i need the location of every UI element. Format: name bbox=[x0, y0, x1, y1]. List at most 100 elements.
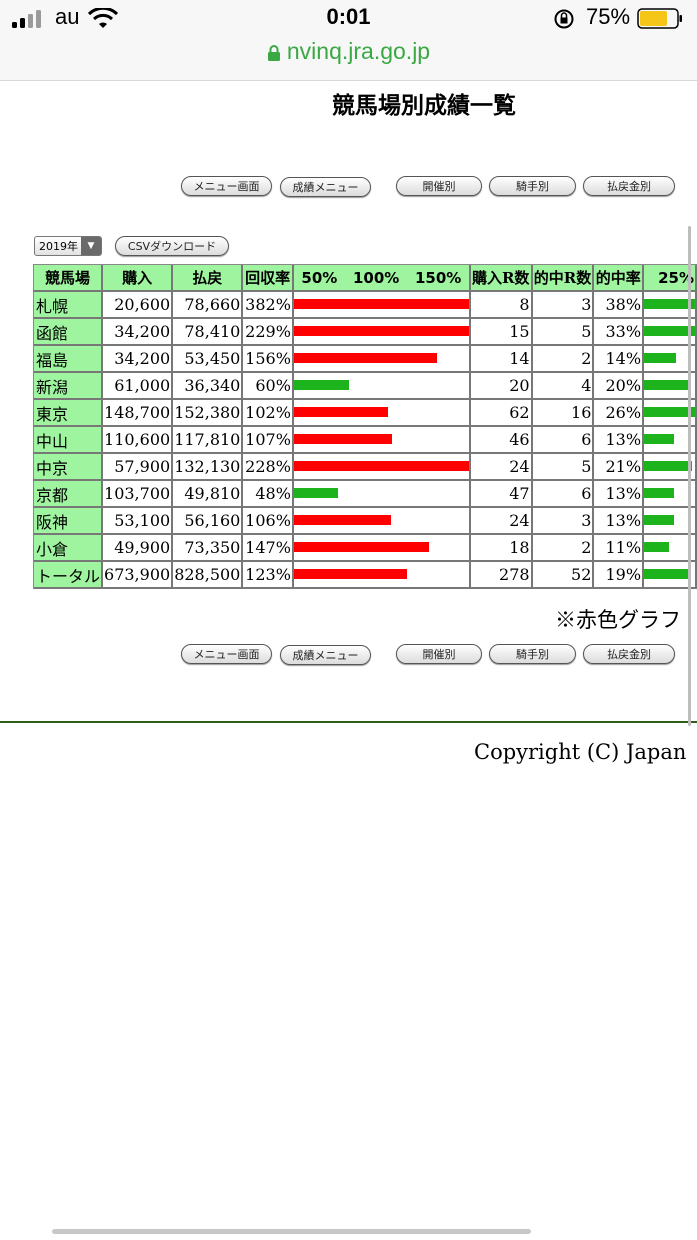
cell-recovery-bar bbox=[293, 508, 471, 535]
table-row: 新潟 61,000 36,340 60% 20 4 20% bbox=[34, 373, 697, 400]
cell-recovery-bar bbox=[293, 454, 471, 481]
battery-percent: 75% bbox=[586, 4, 631, 29]
cell-payout: 117,810 bbox=[173, 427, 244, 454]
recovery-rate-bar bbox=[293, 326, 469, 336]
cell-races-bought: 24 bbox=[470, 508, 533, 535]
cell-purchase: 20,600 bbox=[103, 292, 174, 319]
recovery-rate-bar bbox=[293, 461, 469, 471]
cell-recovery-rate: 48% bbox=[243, 481, 294, 508]
recovery-rate-bar bbox=[293, 299, 469, 309]
cell-payout: 78,410 bbox=[173, 319, 244, 346]
cell-purchase: 34,200 bbox=[103, 319, 174, 346]
dropdown-arrow-icon: ▼ bbox=[81, 237, 101, 255]
cell-races-hit: 3 bbox=[532, 292, 595, 319]
address-bar[interactable]: nvinq.jra.go.jp bbox=[0, 38, 697, 65]
url-text: nvinq.jra.go.jp bbox=[286, 38, 431, 64]
table-header-row: 競馬場 購入 払戻 回収率 50% 100% 150% 購入R数 的中R数 的中… bbox=[34, 265, 697, 292]
cell-races-hit: 52 bbox=[532, 562, 595, 589]
cell-venue: 函館 bbox=[34, 319, 104, 346]
cell-races-hit: 5 bbox=[532, 454, 595, 481]
cell-payout: 53,450 bbox=[173, 346, 244, 373]
header-venue: 競馬場 bbox=[34, 265, 104, 292]
vertical-scrollbar[interactable] bbox=[688, 226, 691, 726]
table-row: 中京 57,900 132,130 228% 24 5 21% bbox=[34, 454, 697, 481]
cell-recovery-bar bbox=[293, 400, 471, 427]
by-jockey-button[interactable]: 騎手別 bbox=[489, 176, 576, 196]
menu-screen-button-bottom[interactable]: メニュー画面 bbox=[181, 644, 272, 664]
by-jockey-button-bottom[interactable]: 騎手別 bbox=[489, 644, 576, 664]
by-meeting-button[interactable]: 開催別 bbox=[396, 176, 482, 196]
status-bar: au 0:01 75% nvinq.jra.go.jp bbox=[0, 0, 697, 80]
menu-screen-button[interactable]: メニュー画面 bbox=[181, 176, 272, 196]
year-select[interactable]: 2019年 ▼ bbox=[34, 236, 102, 256]
table-row: トータル 673,900 828,500 123% 278 52 19% bbox=[34, 562, 697, 589]
recovery-rate-bar bbox=[293, 542, 430, 552]
copyright-text: Copyright (C) Japan bbox=[474, 740, 687, 764]
table-row: 中山 110,600 117,810 107% 46 6 13% bbox=[34, 427, 697, 454]
cell-hit-rate: 13% bbox=[594, 481, 645, 508]
csv-download-button[interactable]: CSVダウンロード bbox=[115, 236, 229, 256]
cell-recovery-rate: 147% bbox=[243, 535, 294, 562]
results-table: 競馬場 購入 払戻 回収率 50% 100% 150% 購入R数 的中R数 的中… bbox=[33, 264, 697, 589]
cell-recovery-rate: 102% bbox=[243, 400, 294, 427]
home-indicator[interactable] bbox=[52, 1229, 531, 1234]
cell-venue: 札幌 bbox=[34, 292, 104, 319]
cell-venue: 福島 bbox=[34, 346, 104, 373]
cell-hit-rate: 13% bbox=[594, 427, 645, 454]
cell-recovery-bar bbox=[293, 562, 471, 589]
cell-hit-rate: 19% bbox=[594, 562, 645, 589]
table-row: 小倉 49,900 73,350 147% 18 2 11% bbox=[34, 535, 697, 562]
cell-hit-rate: 20% bbox=[594, 373, 645, 400]
cell-hit-rate: 21% bbox=[594, 454, 645, 481]
by-payout-button[interactable]: 払戻金別 bbox=[583, 176, 675, 196]
cell-races-bought: 46 bbox=[470, 427, 533, 454]
cell-payout: 132,130 bbox=[173, 454, 244, 481]
graph-color-note: ※赤色グラフ bbox=[555, 608, 681, 632]
cell-recovery-rate: 382% bbox=[243, 292, 294, 319]
cell-purchase: 49,900 bbox=[103, 535, 174, 562]
results-menu-button[interactable]: 成績メニュー bbox=[280, 177, 371, 197]
results-menu-button-bottom[interactable]: 成績メニュー bbox=[280, 645, 371, 665]
hit-rate-bar bbox=[644, 569, 688, 579]
nav-button-row-top: メニュー画面 成績メニュー 開催別 騎手別 払戻金別 bbox=[0, 176, 697, 200]
cell-purchase: 110,600 bbox=[103, 427, 174, 454]
recovery-rate-bar bbox=[293, 407, 388, 417]
cell-recovery-bar bbox=[293, 535, 471, 562]
cell-venue: 小倉 bbox=[34, 535, 104, 562]
by-payout-button-bottom[interactable]: 払戻金別 bbox=[583, 644, 675, 664]
battery-icon bbox=[637, 8, 682, 29]
cell-races-bought: 18 bbox=[470, 535, 533, 562]
cell-recovery-bar bbox=[293, 319, 471, 346]
table-row: 福島 34,200 53,450 156% 14 2 14% bbox=[34, 346, 697, 373]
cell-races-hit: 3 bbox=[532, 508, 595, 535]
recovery-rate-bar bbox=[293, 488, 339, 498]
recovery-rate-bar bbox=[293, 380, 350, 390]
cell-venue: 新潟 bbox=[34, 373, 104, 400]
table-row: 阪神 53,100 56,160 106% 24 3 13% bbox=[34, 508, 697, 535]
cell-payout: 49,810 bbox=[173, 481, 244, 508]
cell-hit-rate: 11% bbox=[594, 535, 645, 562]
cell-recovery-bar bbox=[293, 346, 471, 373]
cell-hit-rate: 13% bbox=[594, 508, 645, 535]
rotation-lock-icon bbox=[554, 9, 574, 29]
by-meeting-button-bottom[interactable]: 開催別 bbox=[396, 644, 482, 664]
toolbar-divider bbox=[0, 80, 697, 81]
cell-purchase: 34,200 bbox=[103, 346, 174, 373]
year-select-value: 2019年 bbox=[39, 240, 78, 253]
recovery-rate-bar bbox=[293, 515, 392, 525]
cell-recovery-bar bbox=[293, 373, 471, 400]
nav-button-row-bottom: メニュー画面 成績メニュー 開催別 騎手別 払戻金別 bbox=[0, 644, 697, 668]
cell-races-hit: 6 bbox=[532, 481, 595, 508]
cell-races-bought: 14 bbox=[470, 346, 533, 373]
header-races-hit: 的中R数 bbox=[532, 265, 595, 292]
cell-recovery-bar bbox=[293, 481, 471, 508]
page-title: 競馬場別成績一覧 bbox=[332, 92, 516, 119]
cell-payout: 73,350 bbox=[173, 535, 244, 562]
cell-races-bought: 278 bbox=[470, 562, 533, 589]
table-row: 札幌 20,600 78,660 382% 8 3 38% bbox=[34, 292, 697, 319]
cell-venue: 中京 bbox=[34, 454, 104, 481]
padlock-icon bbox=[267, 44, 280, 61]
hit-rate-bar bbox=[644, 461, 693, 471]
cell-races-hit: 4 bbox=[532, 373, 595, 400]
table-row: 京都 103,700 49,810 48% 47 6 13% bbox=[34, 481, 697, 508]
